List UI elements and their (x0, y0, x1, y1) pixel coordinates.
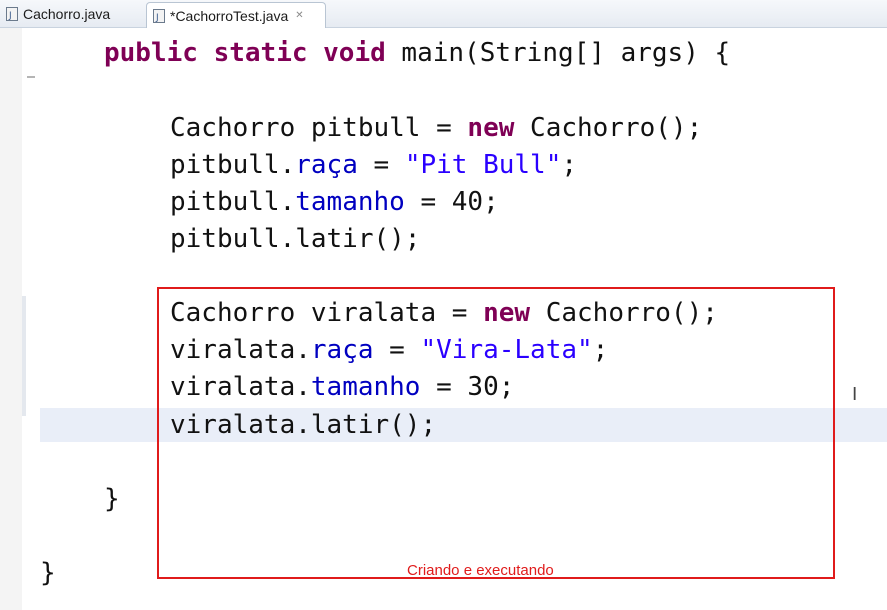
code-line-pitbull-raca: pitbull.raça = "Pit Bull"; (170, 150, 578, 180)
editor-tab-bar: J Cachorro.java J *CachorroTest.java ✕ (0, 0, 887, 28)
keyword-static: static (213, 38, 308, 68)
annotation-caption: Criando e executando (407, 562, 554, 579)
annotation-highlight-box (157, 287, 835, 579)
string-literal: "Pit Bull" (404, 150, 562, 180)
field-tamanho: tamanho (295, 187, 405, 217)
tab-cachorrotest-java[interactable]: J *CachorroTest.java ✕ (146, 2, 326, 28)
keyword-public: public (104, 38, 198, 68)
tab-cachorro-java[interactable]: J Cachorro.java (0, 2, 140, 26)
java-file-icon: J (153, 8, 165, 23)
field-raca: raça (295, 150, 358, 180)
svg-text:J: J (8, 11, 12, 21)
editor-gutter (0, 28, 22, 610)
java-file-icon: J (6, 7, 18, 21)
keyword-new: new (467, 113, 515, 143)
code-line-pitbull-tamanho: pitbull.tamanho = 40; (170, 187, 499, 217)
tab-label: *CachorroTest.java (170, 7, 289, 24)
fold-icon[interactable] (27, 76, 35, 78)
code-line-pitbull-new: Cachorro pitbull = new Cachorro(); (170, 113, 703, 143)
code-line-pitbull-latir: pitbull.latir(); (170, 224, 421, 254)
keyword-void: void (323, 38, 386, 68)
change-ruler-mark (22, 296, 26, 416)
close-icon[interactable]: ✕ (295, 10, 303, 21)
method-signature: main(String[] args) { (385, 38, 731, 68)
code-editor[interactable]: public static void main(String[] args) {… (0, 28, 887, 610)
code-line-close-main: } (104, 484, 120, 514)
code-line-close-class: } (40, 558, 56, 588)
text-cursor-icon: I (852, 384, 858, 405)
svg-text:J: J (155, 13, 159, 23)
code-line-main-signature: public static void main(String[] args) { (104, 36, 730, 70)
tab-label: Cachorro.java (23, 6, 111, 22)
